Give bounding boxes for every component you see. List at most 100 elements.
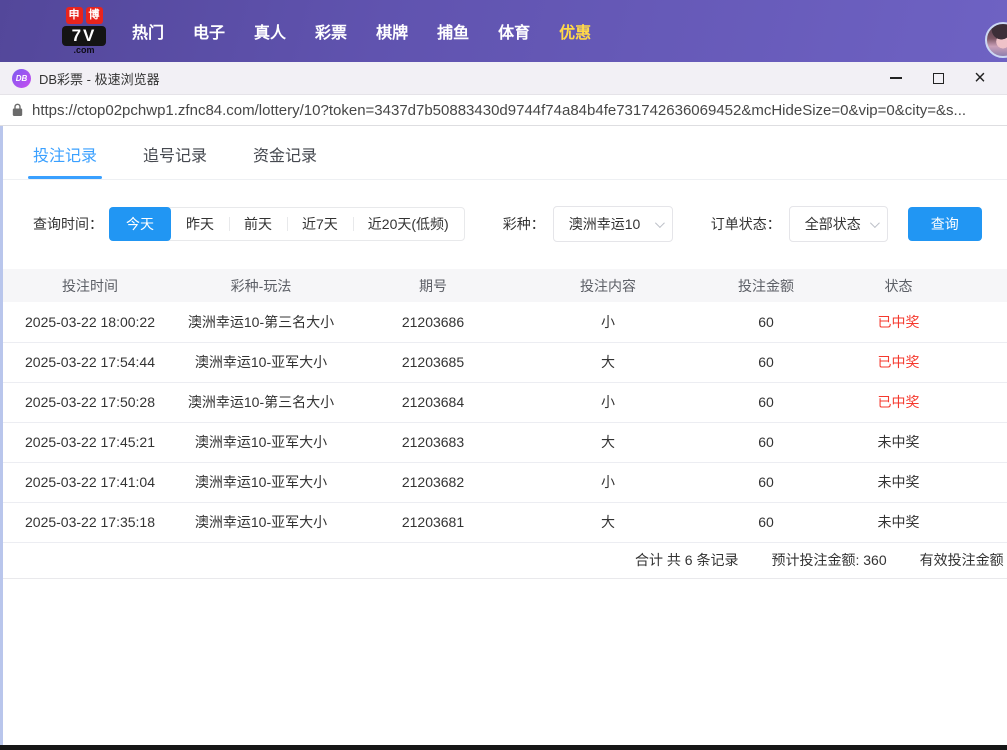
summary-bar: 合计 共 6 条记录 预计投注金额: 360 有效投注金额 — [3, 543, 1007, 579]
lottery-select[interactable]: 澳洲幸运10 — [553, 206, 673, 242]
chevron-down-icon — [870, 218, 880, 228]
logo-badge-icon: 申 — [66, 7, 83, 24]
col-status: 状态 — [837, 269, 1007, 302]
cell-bet-amount: 60 — [695, 382, 837, 422]
cell-issue: 21203683 — [345, 422, 521, 462]
filter-bar: 查询时间： 今天 昨天 前天 近7天 近20天(低频) 彩种： 澳洲幸运10 订… — [33, 206, 1007, 242]
logo-badges: 申 博 — [56, 7, 112, 24]
status-badge: 已中奖 — [837, 302, 1007, 342]
window-bottom-edge — [0, 745, 1007, 750]
col-bet-amount: 投注金额 — [695, 269, 837, 302]
nav-item-hot[interactable]: 热门 — [132, 19, 164, 43]
cell-bet-time: 2025-03-22 17:45:21 — [3, 422, 177, 462]
lottery-select-value: 澳洲幸运10 — [569, 214, 641, 234]
main-nav: 热门 电子 真人 彩票 棋牌 捕鱼 体育 优惠 — [132, 19, 591, 43]
minimize-button[interactable] — [875, 62, 917, 95]
time-range-group: 今天 昨天 前天 近7天 近20天(低频) — [109, 207, 465, 241]
cell-bet-time: 2025-03-22 17:54:44 — [3, 342, 177, 382]
status-badge: 已中奖 — [837, 342, 1007, 382]
maximize-icon — [933, 73, 944, 84]
nav-item-lottery[interactable]: 彩票 — [315, 19, 347, 43]
summary-total-count: 合计 共 6 条记录 — [635, 550, 738, 570]
time-option-2days-ago[interactable]: 前天 — [229, 208, 287, 240]
cell-bet-content: 小 — [521, 302, 695, 342]
time-option-today[interactable]: 今天 — [109, 207, 171, 241]
bet-records-table: 投注时间 彩种-玩法 期号 投注内容 投注金额 状态 2025-03-22 18… — [3, 269, 1007, 543]
cell-bet-content: 大 — [521, 502, 695, 542]
order-status-select[interactable]: 全部状态 — [789, 206, 888, 242]
col-issue: 期号 — [345, 269, 521, 302]
cell-bet-time: 2025-03-22 17:41:04 — [3, 462, 177, 502]
summary-expected-amount: 预计投注金额: 360 — [771, 550, 886, 570]
cell-bet-amount: 60 — [695, 302, 837, 342]
nav-item-fishing[interactable]: 捕鱼 — [437, 19, 469, 43]
url-bar: https://ctop02pchwp1.zfnc84.com/lottery/… — [0, 95, 1007, 126]
status-badge: 未中奖 — [837, 462, 1007, 502]
lock-icon — [12, 103, 23, 117]
cell-bet-time: 2025-03-22 18:00:22 — [3, 302, 177, 342]
lottery-records-page: 投注记录 追号记录 资金记录 查询时间： 今天 昨天 前天 近7天 近20天(低… — [0, 126, 1007, 745]
col-game-play: 彩种-玩法 — [177, 269, 345, 302]
app-top-bar: 申 博 7V .com 热门 电子 真人 彩票 棋牌 捕鱼 体育 优惠 — [0, 0, 1007, 62]
tab-chase-records[interactable]: 追号记录 — [143, 142, 207, 179]
table-row: 2025-03-22 17:45:21 澳洲幸运10-亚军大小 21203683… — [3, 422, 1007, 462]
logo-wordmark: 7V — [62, 26, 106, 46]
nav-item-slots[interactable]: 电子 — [193, 19, 225, 43]
tab-bet-records[interactable]: 投注记录 — [33, 142, 97, 179]
cell-bet-time: 2025-03-22 17:50:28 — [3, 382, 177, 422]
table-row: 2025-03-22 17:35:18 澳洲幸运10-亚军大小 21203681… — [3, 502, 1007, 542]
address-input[interactable]: https://ctop02pchwp1.zfnc84.com/lottery/… — [32, 102, 966, 119]
nav-item-cards[interactable]: 棋牌 — [376, 19, 408, 43]
time-option-20days[interactable]: 近20天(低频) — [353, 208, 464, 240]
cell-bet-amount: 60 — [695, 502, 837, 542]
cell-bet-content: 小 — [521, 382, 695, 422]
cell-issue: 21203685 — [345, 342, 521, 382]
time-option-7days[interactable]: 近7天 — [287, 208, 353, 240]
browser-title-bar: DB DB彩票 - 极速浏览器 × — [0, 62, 1007, 95]
nav-item-sports[interactable]: 体育 — [498, 19, 530, 43]
close-icon: × — [974, 68, 986, 88]
order-status-value: 全部状态 — [805, 214, 861, 234]
table-row: 2025-03-22 17:50:28 澳洲幸运10-第三名大小 2120368… — [3, 382, 1007, 422]
chevron-down-icon — [655, 218, 665, 228]
time-filter-label: 查询时间： — [33, 214, 103, 234]
cell-bet-amount: 60 — [695, 462, 837, 502]
nav-item-live[interactable]: 真人 — [254, 19, 286, 43]
table-row: 2025-03-22 17:41:04 澳洲幸运10-亚军大小 21203682… — [3, 462, 1007, 502]
service-avatar[interactable] — [985, 22, 1007, 58]
table-row: 2025-03-22 18:00:22 澳洲幸运10-第三名大小 2120368… — [3, 302, 1007, 342]
browser-favicon-icon: DB — [12, 69, 31, 88]
cell-bet-amount: 60 — [695, 422, 837, 462]
cell-game-play: 澳洲幸运10-亚军大小 — [177, 342, 345, 382]
minimize-icon — [890, 77, 902, 79]
cell-bet-time: 2025-03-22 17:35:18 — [3, 502, 177, 542]
cell-game-play: 澳洲幸运10-亚军大小 — [177, 462, 345, 502]
record-tabs: 投注记录 追号记录 资金记录 — [3, 126, 1007, 180]
col-bet-time: 投注时间 — [3, 269, 177, 302]
tab-fund-records[interactable]: 资金记录 — [253, 142, 317, 179]
summary-valid-amount: 有效投注金额 — [920, 550, 1004, 570]
lottery-filter-label: 彩种： — [503, 214, 545, 234]
window-controls: × — [875, 62, 1001, 95]
cell-bet-content: 小 — [521, 462, 695, 502]
search-button[interactable]: 查询 — [908, 207, 982, 241]
cell-bet-amount: 60 — [695, 342, 837, 382]
brand-logo[interactable]: 申 博 7V .com — [56, 7, 112, 55]
cell-issue: 21203681 — [345, 502, 521, 542]
nav-item-promotions[interactable]: 优惠 — [559, 19, 591, 43]
cell-game-play: 澳洲幸运10-第三名大小 — [177, 302, 345, 342]
table-row: 2025-03-22 17:54:44 澳洲幸运10-亚军大小 21203685… — [3, 342, 1007, 382]
status-badge: 已中奖 — [837, 382, 1007, 422]
logo-domain: .com — [56, 46, 112, 55]
close-button[interactable]: × — [959, 62, 1001, 95]
logo-badge-icon: 博 — [86, 7, 103, 24]
cell-game-play: 澳洲幸运10-亚军大小 — [177, 502, 345, 542]
cell-game-play: 澳洲幸运10-第三名大小 — [177, 382, 345, 422]
cell-issue: 21203686 — [345, 302, 521, 342]
maximize-button[interactable] — [917, 62, 959, 95]
col-bet-content: 投注内容 — [521, 269, 695, 302]
cell-bet-content: 大 — [521, 342, 695, 382]
time-option-yesterday[interactable]: 昨天 — [171, 208, 229, 240]
table-header-row: 投注时间 彩种-玩法 期号 投注内容 投注金额 状态 — [3, 269, 1007, 302]
window-title: DB彩票 - 极速浏览器 — [39, 69, 160, 88]
